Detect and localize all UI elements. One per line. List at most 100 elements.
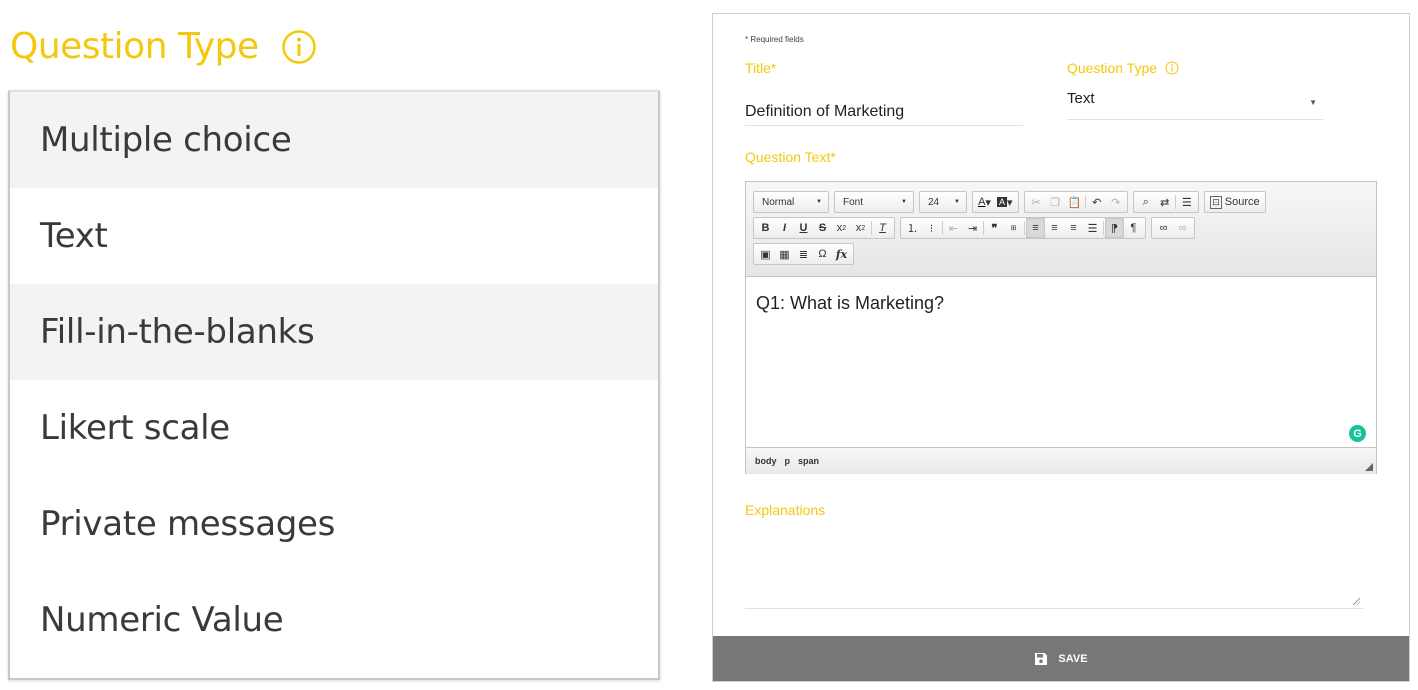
outdent-icon[interactable]: ⇤ <box>944 218 963 238</box>
save-label: SAVE <box>1058 652 1088 665</box>
option-numeric-value[interactable]: Numeric Value <box>10 572 658 668</box>
basic-styles-group: B I U S x2 x2 T <box>753 217 895 239</box>
question-type-label-large: Question Type <box>10 26 317 67</box>
replace-icon[interactable]: ⇄ <box>1155 192 1174 212</box>
question-type-select[interactable]: Text ▼ <box>1067 88 1323 120</box>
chevron-down-icon: ▼ <box>1309 98 1317 107</box>
explanations-label: Explanations <box>745 502 826 518</box>
italic-icon[interactable]: I <box>775 218 794 238</box>
source-button[interactable]: ⊡ Source <box>1207 192 1262 212</box>
question-text-content: Q1: What is Marketing? <box>756 293 945 313</box>
ltr-icon[interactable]: ⁋ <box>1105 218 1124 238</box>
strikethrough-icon[interactable]: S <box>813 218 832 238</box>
find-group: ⌕ ⇄ ☰ <box>1133 191 1200 213</box>
indent-icon[interactable]: ⇥ <box>963 218 982 238</box>
editor-element-path: body p span <box>746 447 1376 474</box>
toolbar-separator <box>871 221 872 235</box>
superscript-icon[interactable]: x2 <box>851 218 870 238</box>
bold-icon[interactable]: B <box>756 218 775 238</box>
path-body[interactable]: body <box>755 456 777 466</box>
source-label: Source <box>1224 196 1260 208</box>
path-p[interactable]: p <box>785 456 791 466</box>
save-button[interactable]: SAVE <box>713 636 1409 681</box>
text-color-icon[interactable]: A ▾ <box>975 192 994 212</box>
background-color-icon[interactable]: A ▾ <box>994 192 1016 212</box>
horizontal-line-icon[interactable]: ≣ <box>794 244 813 264</box>
unlink-icon[interactable]: ∞ <box>1173 218 1192 238</box>
remove-format-icon[interactable]: T <box>873 218 892 238</box>
format-combo-value: Normal <box>762 196 795 208</box>
numbered-list-icon[interactable]: ⒈ <box>903 218 922 238</box>
size-combo[interactable]: 24 ▼ <box>919 191 967 213</box>
bulleted-list-icon[interactable]: ⁝ <box>922 218 941 238</box>
rich-text-editor: Normal ▼ Font ▼ 24 ▼ A ▾ A ▾ ✂ ❐ 📋 ↶ ↷ ⌕… <box>745 181 1377 474</box>
path-span[interactable]: span <box>798 456 819 466</box>
toolbar-separator <box>1024 221 1025 235</box>
info-icon[interactable] <box>281 29 317 65</box>
required-fields-note: * Required fields <box>745 35 804 44</box>
chevron-down-icon: ▼ <box>954 199 960 205</box>
align-right-icon[interactable]: ≡ <box>1064 218 1083 238</box>
paste-icon[interactable]: 📋 <box>1065 192 1085 212</box>
option-private-messages[interactable]: Private messages <box>10 476 658 572</box>
align-center-icon[interactable]: ≡ <box>1045 218 1064 238</box>
link-icon[interactable]: ∞ <box>1154 218 1173 238</box>
undo-icon[interactable]: ↶ <box>1087 192 1106 212</box>
find-icon[interactable]: ⌕ <box>1136 192 1155 212</box>
chevron-down-icon: ▼ <box>816 199 822 205</box>
toolbar-separator <box>942 221 943 235</box>
div-container-icon[interactable]: ⊞ <box>1004 218 1023 238</box>
textarea-resize-handle[interactable] <box>1353 598 1360 605</box>
select-all-icon[interactable]: ☰ <box>1177 192 1196 212</box>
underline-icon[interactable]: U <box>794 218 813 238</box>
option-fill-in-the-blanks[interactable]: Fill-in-the-blanks <box>10 284 658 380</box>
copy-icon[interactable]: ❐ <box>1046 192 1065 212</box>
info-icon[interactable] <box>1165 61 1179 75</box>
image-icon[interactable]: ▣ <box>756 244 775 264</box>
question-type-label-text: Question Type <box>1067 60 1158 76</box>
grammarly-icon[interactable]: G <box>1349 425 1366 442</box>
format-combo[interactable]: Normal ▼ <box>753 191 829 213</box>
question-type-options-list: Multiple choice Text Fill-in-the-blanks … <box>8 90 660 680</box>
question-type-label: Question Type <box>1067 60 1179 76</box>
title-input[interactable] <box>745 98 1023 126</box>
clipboard-group: ✂ ❐ 📋 ↶ ↷ <box>1023 191 1129 213</box>
links-group: ∞ ∞ <box>1151 217 1195 239</box>
editor-content-area[interactable]: Q1: What is Marketing? G <box>746 277 1376 447</box>
question-type-selected-value: Text <box>1067 90 1095 107</box>
option-likert-scale[interactable]: Likert scale <box>10 380 658 476</box>
toolbar-separator <box>1103 221 1104 235</box>
redo-icon[interactable]: ↷ <box>1106 192 1125 212</box>
chevron-down-icon: ▼ <box>901 199 907 205</box>
source-group: ⊡ Source <box>1204 191 1266 213</box>
toolbar-separator <box>1175 195 1177 209</box>
blockquote-icon[interactable]: ❞ <box>985 218 1004 238</box>
editor-toolbar: Normal ▼ Font ▼ 24 ▼ A ▾ A ▾ ✂ ❐ 📋 ↶ ↷ ⌕… <box>746 182 1376 277</box>
color-group: A ▾ A ▾ <box>972 191 1019 213</box>
rtl-icon[interactable]: ¶ <box>1124 218 1143 238</box>
question-type-dropdown-zoom: Question Type Multiple choice Text Fill-… <box>0 0 668 690</box>
option-text[interactable]: Text <box>10 188 658 284</box>
align-left-icon[interactable]: ≡ <box>1026 218 1045 238</box>
subscript-icon[interactable]: x2 <box>832 218 851 238</box>
size-combo-value: 24 <box>928 196 940 208</box>
source-icon: ⊡ <box>1210 195 1222 209</box>
insert-group: ▣ ▦ ≣ Ω fx <box>753 243 854 265</box>
question-form-card: * Required fields Title* Question Type T… <box>712 13 1410 682</box>
cut-icon[interactable]: ✂ <box>1027 192 1046 212</box>
toolbar-separator <box>1085 195 1087 209</box>
table-icon[interactable]: ▦ <box>775 244 794 264</box>
title-label: Title* <box>745 60 777 76</box>
font-combo-value: Font <box>843 196 864 208</box>
explanations-textarea[interactable] <box>745 532 1363 609</box>
floppy-disk-icon <box>1035 652 1048 665</box>
formula-icon[interactable]: fx <box>832 244 851 264</box>
font-combo[interactable]: Font ▼ <box>834 191 914 213</box>
editor-resize-handle[interactable] <box>1365 463 1373 471</box>
option-multiple-choice[interactable]: Multiple choice <box>10 92 658 188</box>
align-justify-icon[interactable]: ☰ <box>1083 218 1102 238</box>
toolbar-separator <box>983 221 984 235</box>
paragraph-group: ⒈ ⁝ ⇤ ⇥ ❞ ⊞ ≡ ≡ ≡ ☰ ⁋ ¶ <box>900 217 1146 239</box>
special-character-icon[interactable]: Ω <box>813 244 832 264</box>
question-text-label: Question Text* <box>745 149 836 165</box>
